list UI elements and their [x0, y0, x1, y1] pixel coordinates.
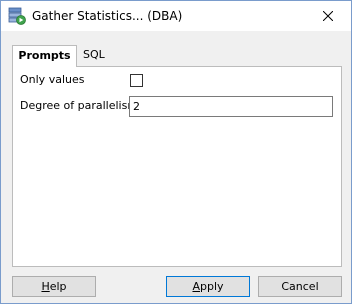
only-values-checkbox[interactable]: [130, 74, 143, 87]
degree-of-parallelism-label: Degree of parallelism: [20, 99, 139, 112]
apply-mnemonic: A: [192, 280, 200, 293]
help-label-rest: elp: [49, 280, 67, 293]
close-icon: [323, 11, 333, 21]
apply-label-rest: pply: [200, 280, 224, 293]
tab-sql[interactable]: SQL: [80, 45, 108, 65]
dialog-window: Gather Statistics... (DBA) Prompts SQL O…: [0, 0, 352, 304]
gather-statistics-icon: [8, 7, 26, 25]
apply-button[interactable]: Apply: [166, 276, 250, 297]
prompts-panel: Only values Degree of parallelism: [12, 66, 342, 267]
degree-of-parallelism-input[interactable]: [129, 96, 333, 117]
help-mnemonic: H: [41, 280, 50, 293]
only-values-label: Only values: [20, 73, 85, 86]
help-button[interactable]: Help: [12, 276, 96, 297]
cancel-button[interactable]: Cancel: [258, 276, 342, 297]
tab-prompts[interactable]: Prompts: [12, 45, 77, 67]
title-bar[interactable]: Gather Statistics... (DBA): [1, 1, 351, 31]
close-button[interactable]: [305, 1, 351, 31]
window-title: Gather Statistics... (DBA): [32, 9, 183, 23]
